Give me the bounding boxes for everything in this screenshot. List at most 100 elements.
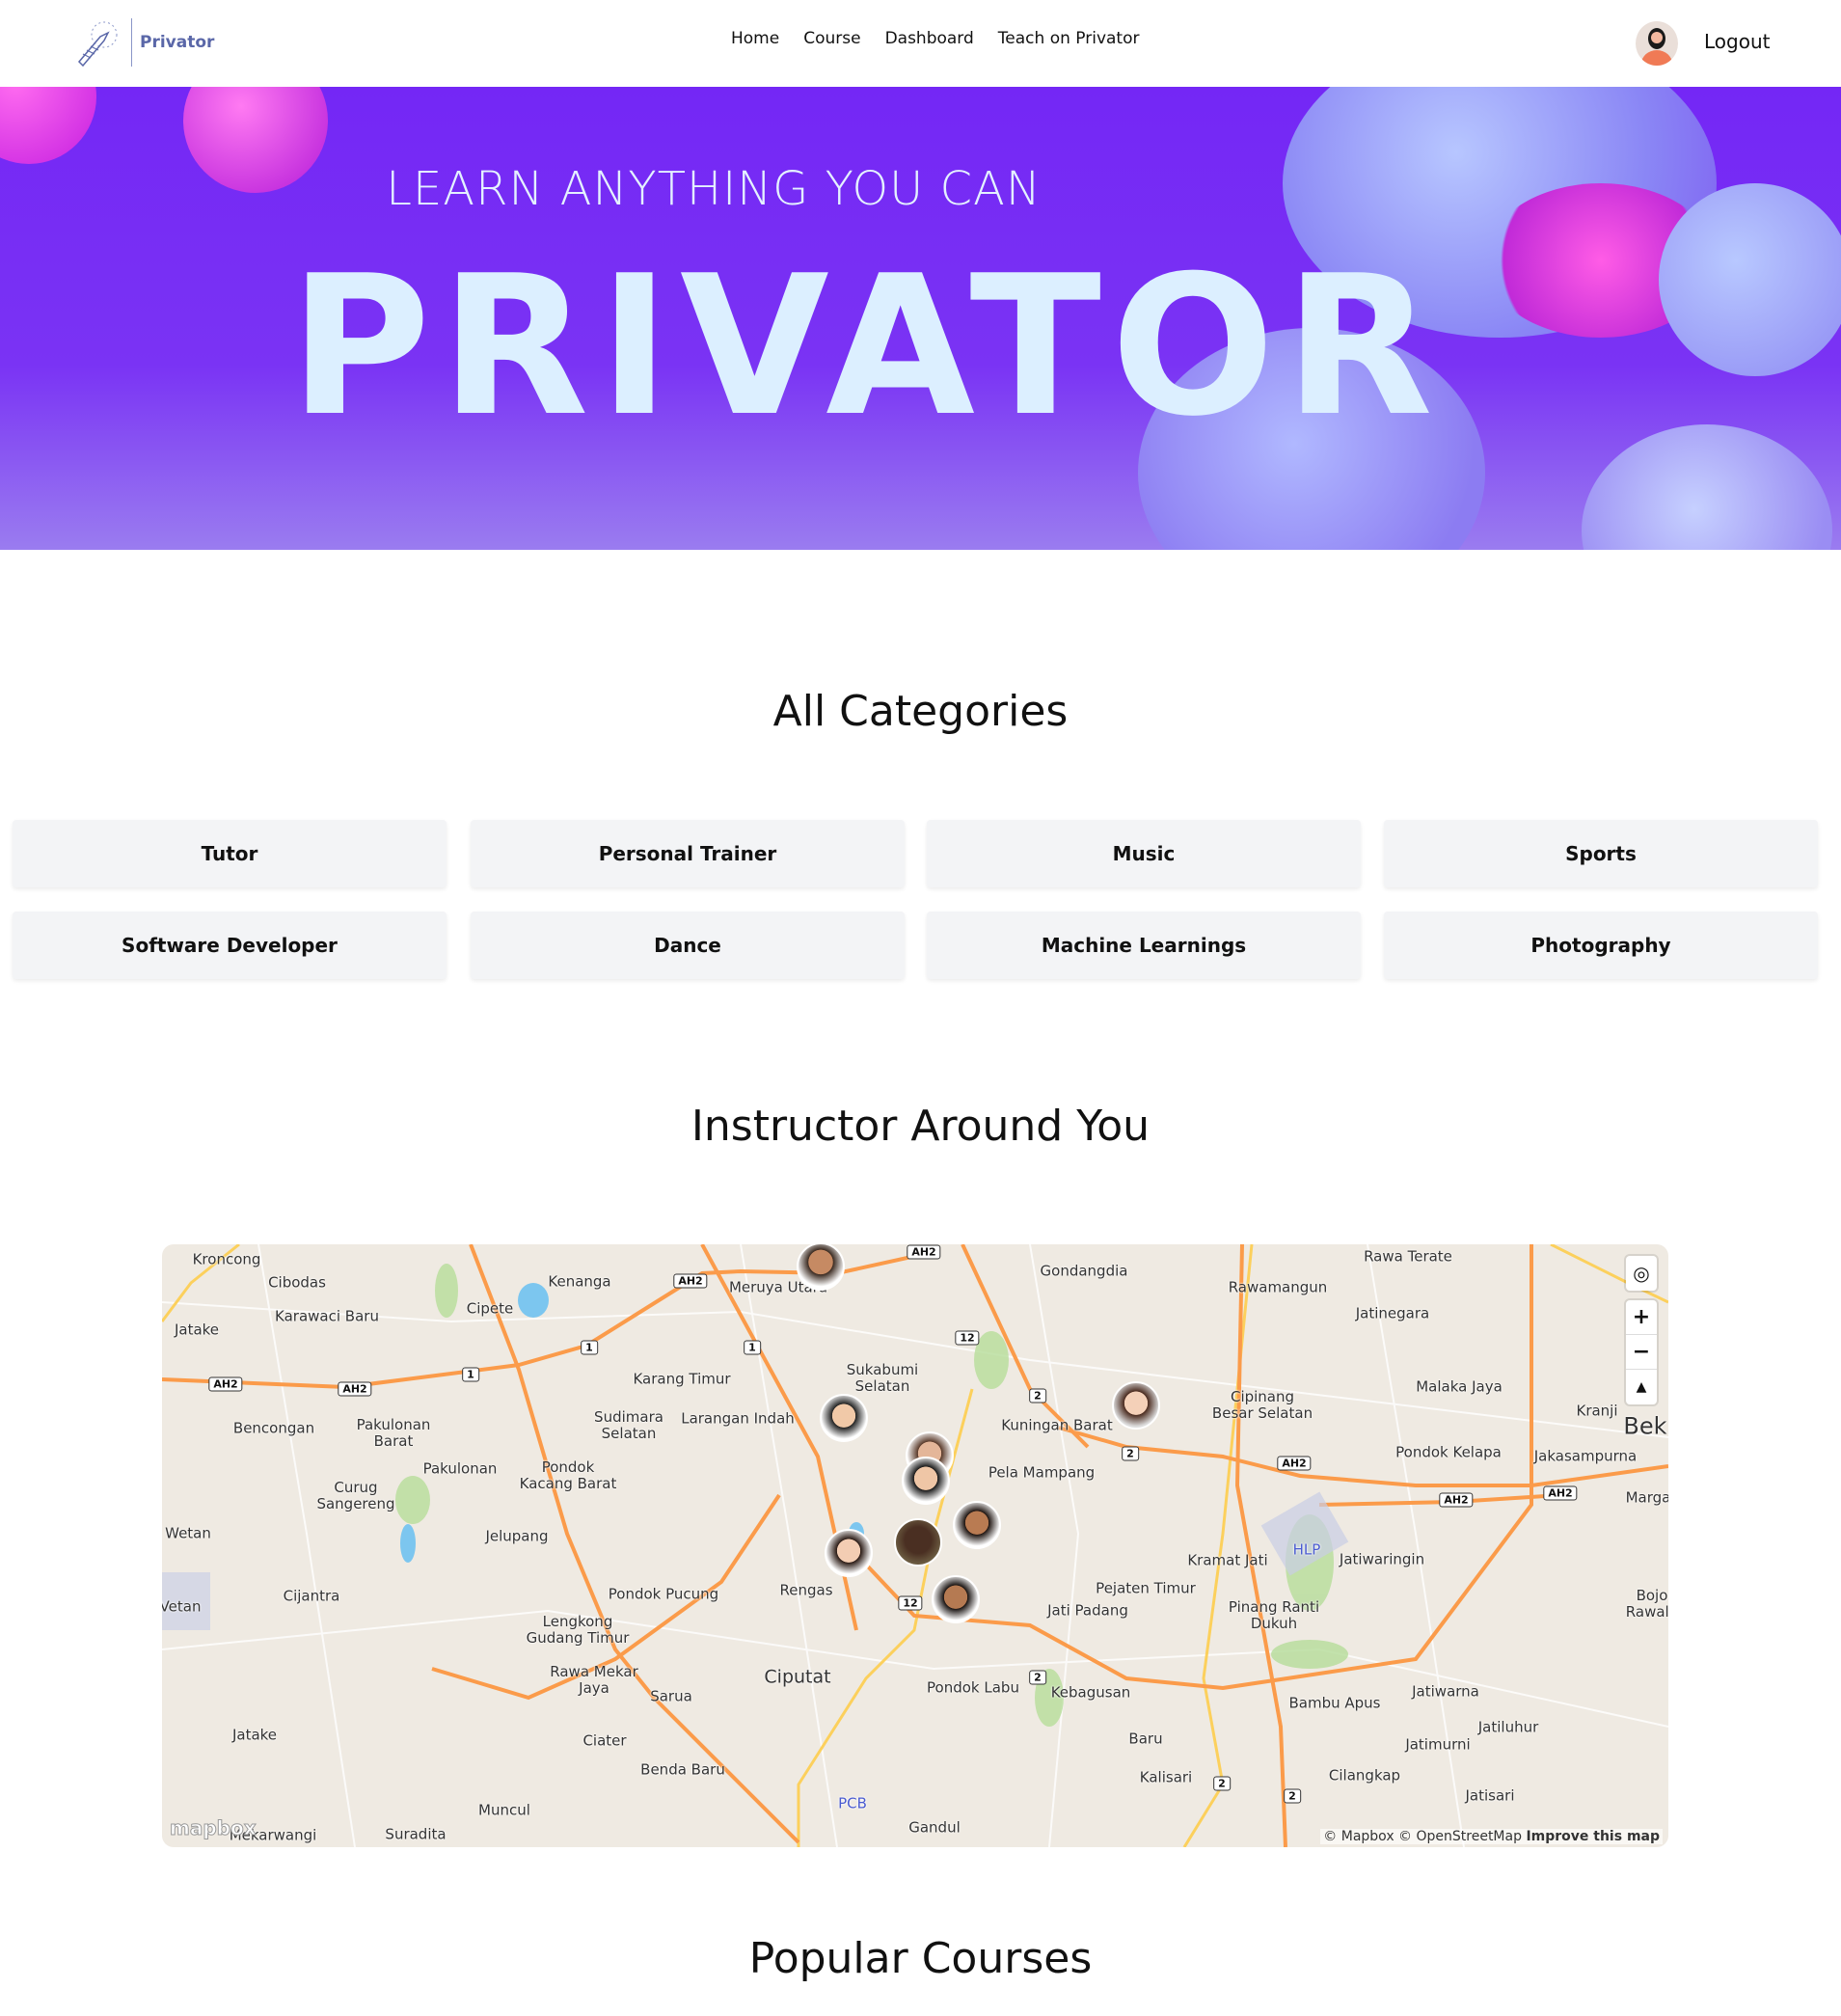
map-place-label: Cilangkap	[1328, 1766, 1401, 1784]
map-place-label: Kramat Jati	[1187, 1551, 1268, 1569]
instructor-marker[interactable]	[1112, 1381, 1160, 1430]
geolocate-control[interactable]: ◎	[1626, 1256, 1657, 1291]
map-place-label: Curug Sangereng	[316, 1479, 395, 1512]
map-place-label: Ciputat	[764, 1666, 831, 1688]
map-place-label: Muncul	[478, 1801, 530, 1819]
map-place-label: Jelupang	[485, 1527, 549, 1545]
map-place-label: Gandul	[908, 1818, 961, 1837]
map-place-label: Pakulonan	[422, 1459, 498, 1478]
brand-logo[interactable]: Privator	[71, 15, 214, 69]
instructor-marker[interactable]	[932, 1575, 980, 1623]
category-sports[interactable]: Sports	[1384, 820, 1818, 887]
map-place-label: Pinang Ranti Dukuh	[1228, 1598, 1320, 1632]
road-shield: AH2	[1277, 1456, 1312, 1471]
instructor-marker[interactable]	[825, 1529, 873, 1577]
category-dance[interactable]: Dance	[471, 912, 905, 979]
brand-name: Privator	[140, 33, 215, 52]
category-music[interactable]: Music	[927, 820, 1361, 887]
map-place-label: Bambu Apus	[1288, 1694, 1381, 1712]
instructor-marker[interactable]	[797, 1244, 845, 1291]
road-shield: 12	[955, 1330, 980, 1346]
category-software-developer[interactable]: Software Developer	[13, 912, 447, 979]
instructor-map[interactable]: Kroncong Cibodas Kenanga Meruya Utara Gondan…	[162, 1244, 1668, 1847]
nav-course[interactable]: Course	[803, 29, 860, 48]
road-shield: AH2	[338, 1381, 372, 1397]
road-shield: AH2	[208, 1376, 243, 1392]
hero-title: PRIVATOR	[289, 234, 1443, 459]
map-attribution: © Mapbox © OpenStreetMap Improve this ma…	[1320, 1829, 1663, 1844]
user-avatar[interactable]	[1636, 21, 1678, 66]
road-shield: 2	[1029, 1670, 1046, 1685]
improve-map-link[interactable]: Improve this map	[1526, 1829, 1660, 1844]
compass-button[interactable]: ▲	[1626, 1370, 1657, 1404]
instructor-marker[interactable]	[894, 1518, 942, 1566]
category-photography[interactable]: Photography	[1384, 912, 1818, 979]
map-place-label: Bencongan	[232, 1419, 315, 1437]
road-shield: 2	[1213, 1776, 1231, 1791]
attribution-text: © Mapbox © OpenStreetMap	[1323, 1829, 1522, 1844]
map-place-label: Jatimurni	[1405, 1735, 1471, 1754]
map-place-label: Bojo Rawalu	[1625, 1587, 1668, 1621]
map-place-label: Cibodas	[268, 1273, 326, 1292]
map-place-label: Jatiluhur	[1477, 1718, 1539, 1736]
map-place-label: Baru	[1128, 1730, 1163, 1748]
road-shield: 2	[1029, 1388, 1046, 1403]
map-place-label: Kroncong	[192, 1250, 261, 1268]
road-shield: AH2	[673, 1273, 708, 1289]
map-place-label: Cipete	[466, 1299, 514, 1318]
map-place-label: Sarua	[650, 1687, 692, 1705]
map-place-label: Kalisari	[1139, 1768, 1193, 1786]
map-place-label: Larangan Indah	[681, 1409, 795, 1428]
instructor-marker[interactable]	[820, 1394, 868, 1442]
map-place-label: Karawaci Baru	[275, 1307, 379, 1325]
road-shield: AH2	[1543, 1485, 1578, 1501]
map-place-label: Rawa Mekar Jaya	[550, 1663, 638, 1697]
road-shield: AH2	[907, 1244, 941, 1260]
map-place-label: Malaka Jaya	[1416, 1377, 1503, 1396]
logout-link[interactable]: Logout	[1704, 30, 1770, 53]
rocket-logo-icon	[77, 21, 118, 68]
map-place-label: Pela Mampang	[988, 1463, 1096, 1482]
map-place-label: Jatiwarna	[1412, 1682, 1479, 1701]
road-shield: 2	[1284, 1788, 1301, 1804]
category-machine-learnings[interactable]: Machine Learnings	[927, 912, 1361, 979]
map-place-label: Pejaten Timur	[1096, 1579, 1196, 1597]
popular-courses-heading: Popular Courses	[748, 1934, 1093, 1983]
zoom-controls: + − ▲	[1626, 1300, 1657, 1404]
categories-heading: All Categories	[772, 687, 1069, 736]
map-place-label: Pondok Labu	[927, 1678, 1019, 1697]
map-place-label: Kenanga	[548, 1272, 611, 1291]
instructor-marker[interactable]	[953, 1501, 1001, 1549]
nav-dashboard[interactable]: Dashboard	[885, 29, 974, 48]
hero-banner: LEARN ANYTHING YOU CAN PRIVATOR	[0, 87, 1841, 550]
map-place-label: Cipinang Besar Selatan	[1211, 1388, 1313, 1422]
map-place-label: Pondok Kelapa	[1395, 1443, 1502, 1461]
map-place-label: Suradita	[385, 1825, 447, 1843]
instructor-heading: Instructor Around You	[690, 1102, 1151, 1151]
map-place-label: Jatisari	[1465, 1786, 1515, 1805]
road-shield: 1	[744, 1340, 761, 1355]
map-place-label: Lengkong Gudang Timur	[526, 1613, 630, 1647]
map-place-label: Rengas	[779, 1581, 833, 1599]
map-place-label: Sukabumi Selatan	[846, 1361, 919, 1395]
zoom-in-button[interactable]: +	[1626, 1300, 1657, 1335]
map-place-label: Pakulonan Barat	[356, 1416, 431, 1450]
map-place-label: Gondangdia	[1040, 1262, 1128, 1280]
nav-teach[interactable]: Teach on Privator	[998, 29, 1140, 48]
decorative-blob	[1659, 183, 1841, 376]
nav-home[interactable]: Home	[731, 29, 779, 48]
map-place-label: Jatiwaringin	[1339, 1550, 1425, 1568]
category-personal-trainer[interactable]: Personal Trainer	[471, 820, 905, 887]
zoom-out-button[interactable]: −	[1626, 1335, 1657, 1370]
map-place-label: Pondok Kacang Barat	[519, 1458, 617, 1492]
geolocate-icon[interactable]: ◎	[1626, 1256, 1657, 1291]
instructor-marker[interactable]	[902, 1457, 950, 1505]
map-place-label: Karang Timur	[633, 1370, 731, 1388]
mapbox-logo[interactable]: mapbox	[170, 1816, 257, 1840]
main-menu: Home Course Dashboard Teach on Privator	[731, 29, 1139, 48]
category-tutor[interactable]: Tutor	[13, 820, 447, 887]
map-place-label: Cijantra	[283, 1587, 340, 1605]
logo-divider	[131, 18, 132, 67]
map-place-label: Kebagusan	[1050, 1683, 1131, 1702]
road-shield: 1	[462, 1367, 479, 1382]
